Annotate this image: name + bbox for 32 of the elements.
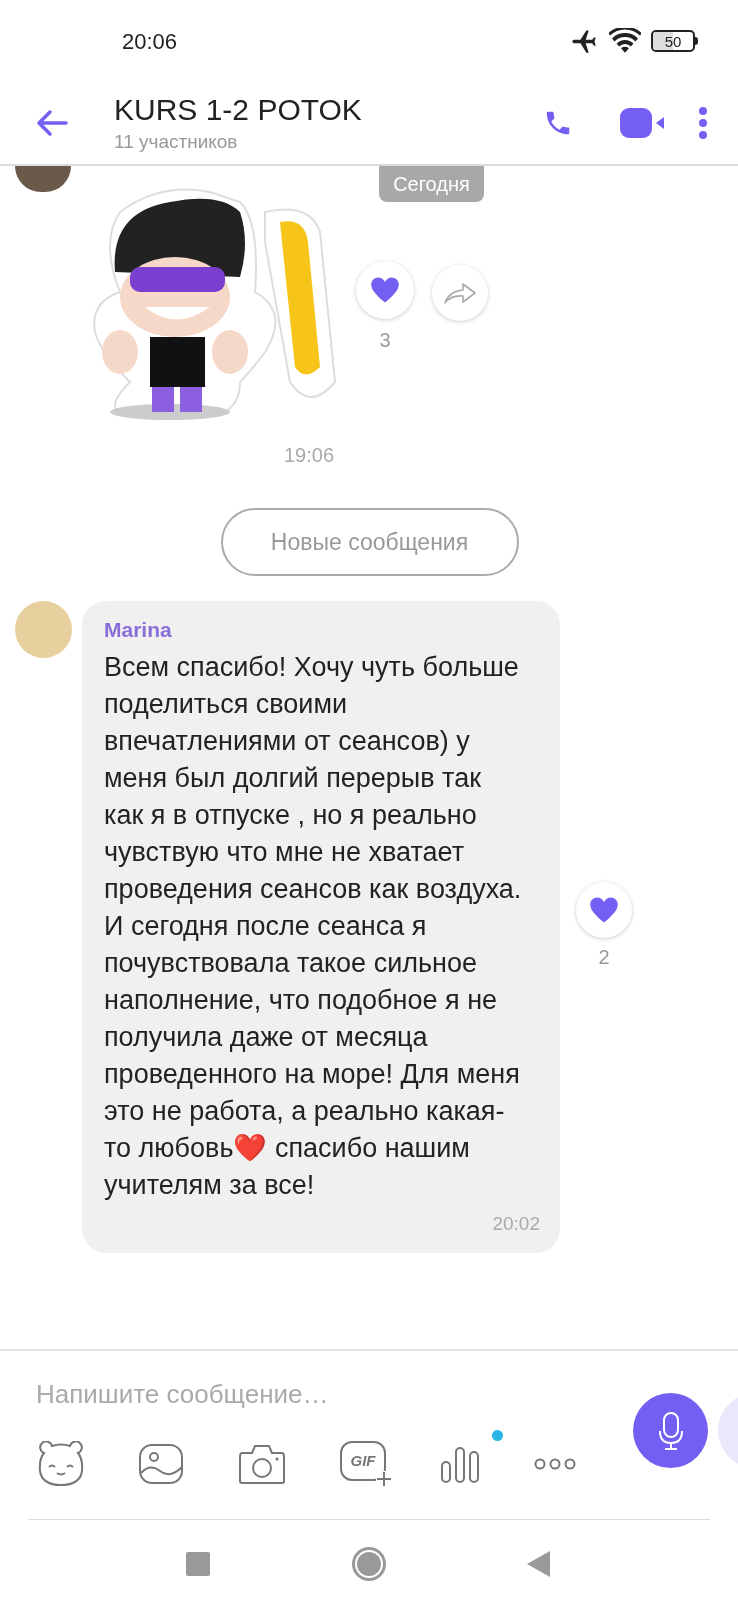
back-nav-button[interactable] <box>526 1548 552 1579</box>
more-horizontal-icon <box>534 1457 576 1471</box>
like-button[interactable] <box>356 261 414 319</box>
microphone-icon <box>656 1410 685 1451</box>
poll-icon <box>440 1444 480 1484</box>
avatar <box>15 166 71 192</box>
more-vertical-icon <box>698 107 708 139</box>
reaction-count: 3 <box>379 328 391 353</box>
image-icon <box>138 1443 184 1485</box>
status-time: 20:06 <box>122 27 178 56</box>
back-arrow-icon <box>36 109 68 137</box>
message-text: Всем спасибо! Хочу чуть больше поделиться своими впечатлениями от сеансов) у меня был долгий перерыв так как я в отпуске , но я реально чувствую что мне не хватает проведения сеансов как воздуха. И сегодня после сеанса я почувствовала такое сильное наполнение, что подобное я не получила даже от месяца проведенного на море! Для меня это не работа, а реально какая-то любовь❤ спасибо нашим учителям за все! <box>104 651 523 1202</box>
camera-icon <box>238 1443 286 1485</box>
message-input[interactable]: Напишите сообщение… <box>36 1369 596 1419</box>
message-time: 20:02 <box>492 1212 540 1236</box>
chat-title[interactable]: KURS 1-2 POTOK <box>114 91 528 129</box>
participant-count: 11 участников <box>114 130 239 154</box>
wifi-icon <box>609 28 641 54</box>
recent-apps-button[interactable] <box>186 1551 210 1576</box>
avatar <box>15 601 72 658</box>
like-button[interactable] <box>576 881 632 938</box>
share-arrow-icon <box>443 281 477 305</box>
battery-level: 50 <box>664 33 682 49</box>
sender-name: Marina <box>104 617 173 643</box>
home-button[interactable] <box>352 1546 386 1581</box>
reaction-count: 2 <box>598 944 610 970</box>
message-time: 19:06 <box>284 443 335 468</box>
video-camera-icon <box>620 108 666 138</box>
gif-label: GIF <box>350 1450 376 1471</box>
triangle-back-icon <box>526 1549 550 1578</box>
sticker-bear-icon <box>36 1441 86 1487</box>
date-badge: Сегодня <box>379 166 484 202</box>
